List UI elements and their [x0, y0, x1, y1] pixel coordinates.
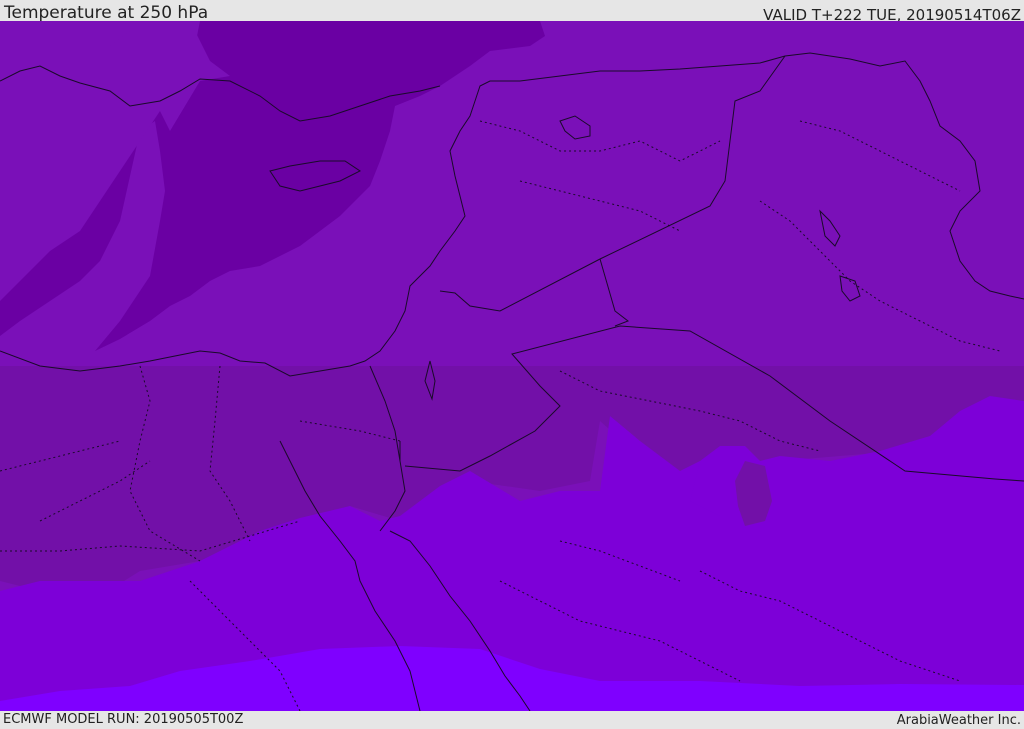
model-run-label: ECMWF MODEL RUN: 20190505T00Z: [3, 712, 244, 727]
forecast-map-frame: Temperature at 250 hPa VALID T+222 TUE, …: [0, 0, 1024, 729]
temperature-map: [0, 21, 1024, 711]
credit-label: ArabiaWeather Inc.: [896, 713, 1021, 728]
map-title: Temperature at 250 hPa: [4, 3, 209, 23]
